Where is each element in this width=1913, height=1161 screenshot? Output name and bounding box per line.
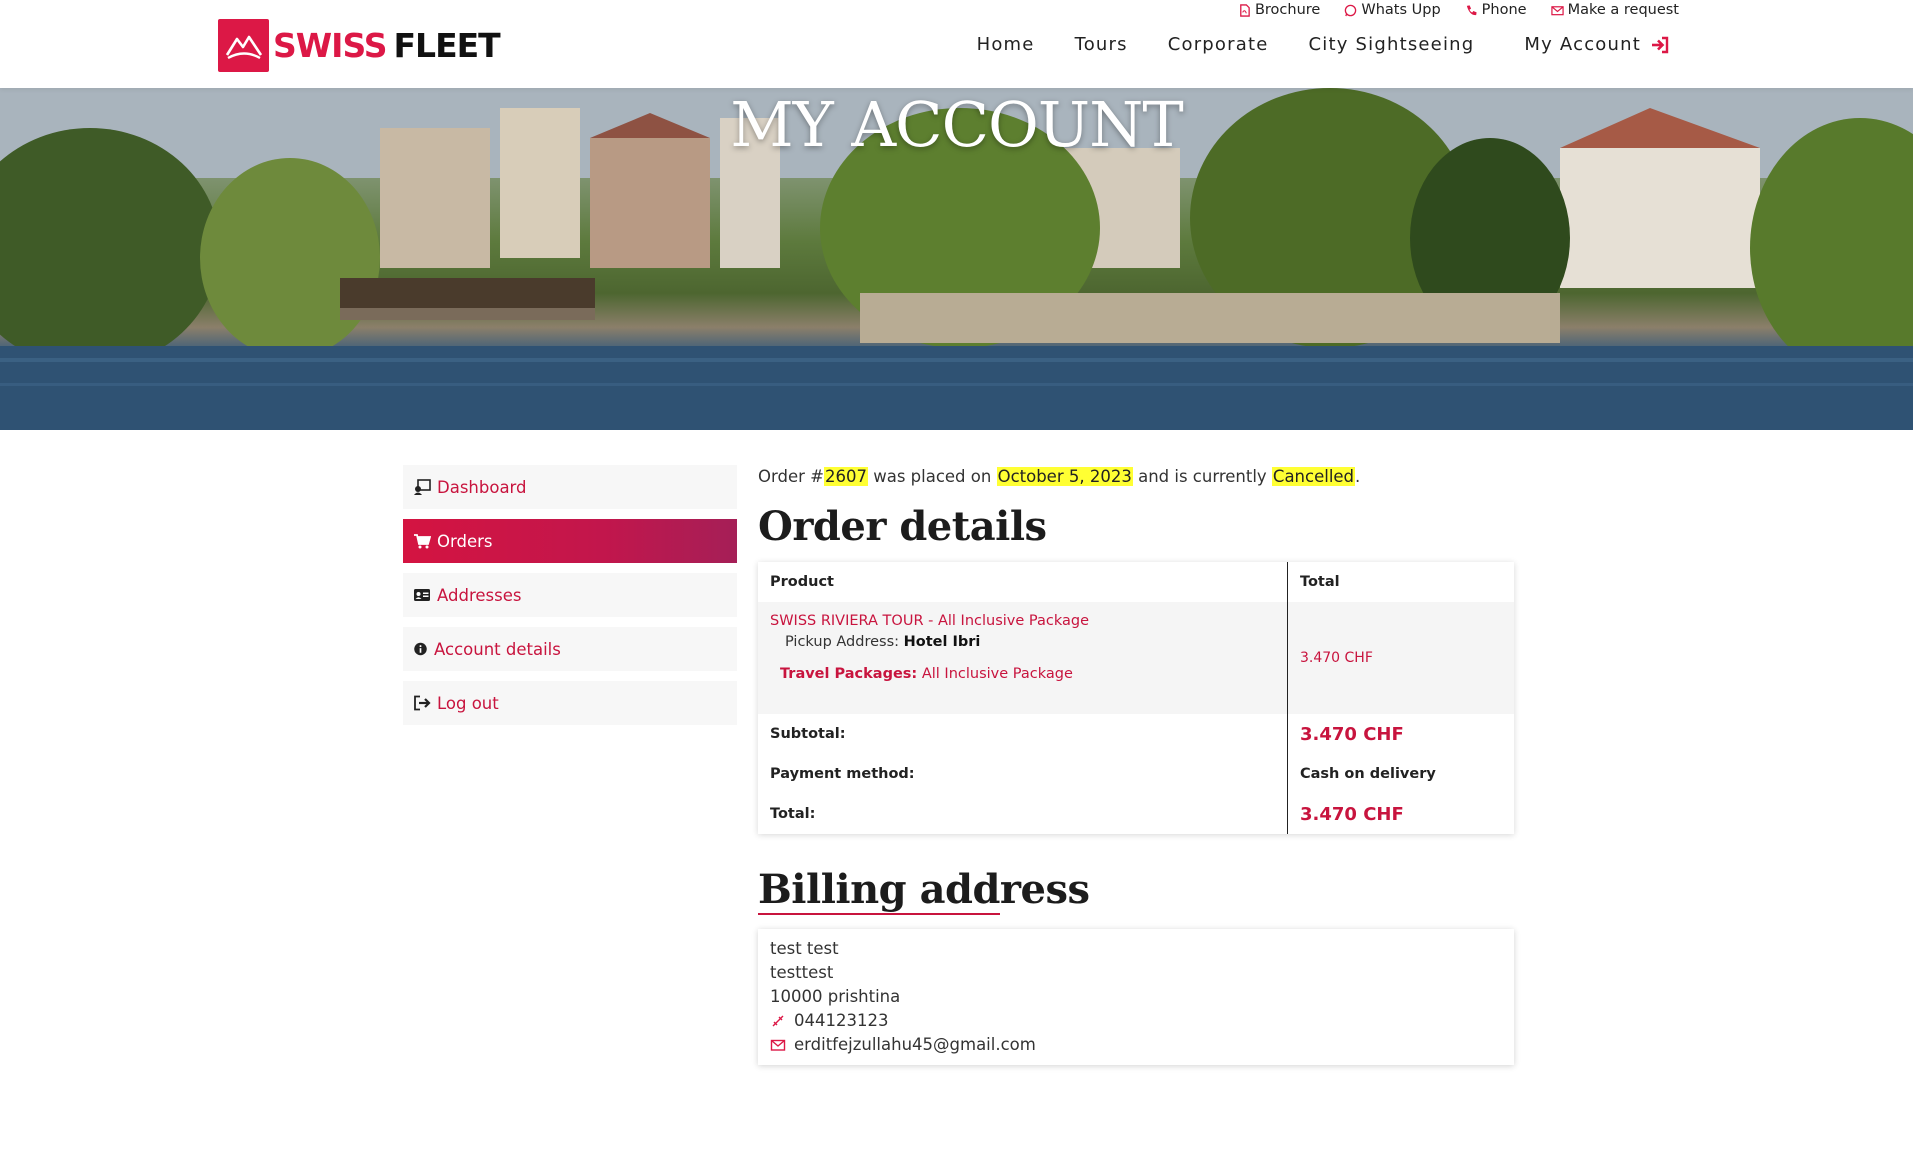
info-icon xyxy=(414,642,427,656)
nav-my-account[interactable]: My Account xyxy=(1524,34,1669,55)
page-title: MY ACCOUNT xyxy=(730,88,1183,161)
product-link[interactable]: SWISS RIVIERA TOUR - All Inclusive Packa… xyxy=(770,613,1287,629)
nav-city-sightseeing[interactable]: City Sightseeing xyxy=(1309,34,1475,55)
subtotal-label: Subtotal: xyxy=(770,726,846,742)
billing-address-box: test test testtest 10000 prishtina 04412… xyxy=(758,929,1514,1065)
subtotal-value: 3.470 CHF xyxy=(1287,714,1514,754)
topbar-whatsapp-label: Whats Upp xyxy=(1361,2,1441,18)
column-header-total: Total xyxy=(1287,562,1514,602)
payment-method-row: Payment method: Cash on delivery xyxy=(758,754,1514,794)
sidebar-item-addresses[interactable]: Addresses xyxy=(403,573,737,617)
subtotal-row: Subtotal: 3.470 CHF xyxy=(758,714,1514,754)
sidebar-item-label: Orders xyxy=(437,531,493,551)
topbar-brochure-label: Brochure xyxy=(1254,2,1321,18)
sidebar-item-label: Addresses xyxy=(437,585,522,605)
brand-name-part1: SWISS xyxy=(273,26,387,65)
billing-phone: 044123123 xyxy=(770,1009,1502,1033)
sign-in-icon xyxy=(1652,36,1669,53)
product-cell: SWISS RIVIERA TOUR - All Inclusive Packa… xyxy=(758,602,1287,714)
billing-phone-value: 044123123 xyxy=(794,1011,889,1030)
topbar-request-label: Make a request xyxy=(1567,2,1679,18)
envelope-icon xyxy=(770,1039,786,1051)
order-details-heading: Order details xyxy=(758,503,1047,550)
payment-method-value: Cash on delivery xyxy=(1287,754,1514,794)
topbar-brochure-link[interactable]: Brochure xyxy=(1238,2,1320,18)
pickup-address: Pickup Address: Hotel Ibri xyxy=(770,634,1287,650)
notice-mid1: was placed on xyxy=(867,467,997,486)
dashboard-icon xyxy=(414,479,431,495)
billing-company: testtest xyxy=(770,963,834,982)
package-value: All Inclusive Package xyxy=(921,666,1073,682)
whatsapp-icon xyxy=(1345,4,1357,16)
billing-email: erditfejzullahu45@gmail.com xyxy=(770,1033,1502,1057)
billing-city: 10000 prishtina xyxy=(770,987,901,1006)
order-number: 2607 xyxy=(823,467,868,486)
nav-tours[interactable]: Tours xyxy=(1075,34,1128,55)
brand-logo[interactable]: SWISS FLEET xyxy=(218,19,501,72)
payment-method-label: Payment method: xyxy=(770,766,915,782)
pickup-value: Hotel Ibri xyxy=(903,634,981,650)
top-contact-bar: Brochure Whats Upp Phone Make a request xyxy=(1238,2,1679,18)
table-row: SWISS RIVIERA TOUR - All Inclusive Packa… xyxy=(758,602,1514,714)
account-sidebar: Dashboard Orders Addresses Account detai… xyxy=(403,465,737,735)
heading-underline xyxy=(758,913,1000,915)
order-main: Order #2607 was placed on October 5, 202… xyxy=(758,465,1514,1065)
nav-home[interactable]: Home xyxy=(977,34,1035,55)
package-label: Travel Packages: xyxy=(780,666,918,682)
logout-icon xyxy=(414,695,431,711)
topbar-whatsapp-link[interactable]: Whats Upp xyxy=(1344,2,1441,18)
mountain-logo-icon xyxy=(218,19,269,72)
column-header-product: Product xyxy=(770,574,834,590)
hero-banner: MY ACCOUNT xyxy=(0,88,1913,430)
cart-icon xyxy=(414,534,431,549)
total-value: 3.470 CHF xyxy=(1287,794,1514,834)
order-details-table: Product Total SWISS RIVIERA TOUR - All I… xyxy=(758,562,1514,834)
pickup-label: Pickup Address: xyxy=(785,634,900,650)
nav-my-account-label: My Account xyxy=(1524,34,1641,55)
topbar-request-link[interactable]: Make a request xyxy=(1550,2,1679,18)
total-row: Total: 3.470 CHF xyxy=(758,794,1514,834)
table-header-row: Product Total xyxy=(758,562,1514,602)
brand-name-part2: FLEET xyxy=(393,26,501,65)
id-card-icon xyxy=(414,589,430,601)
topbar-phone-label: Phone xyxy=(1481,2,1527,18)
order-date: October 5, 2023 xyxy=(996,467,1133,486)
main-navigation: Home Tours Corporate City Sightseeing My… xyxy=(937,34,1669,55)
notice-mid2: and is currently xyxy=(1132,467,1272,486)
notice-suffix: . xyxy=(1355,467,1361,486)
product-total: 3.470 CHF xyxy=(1287,602,1514,714)
billing-email-value: erditfejzullahu45@gmail.com xyxy=(794,1035,1036,1054)
sidebar-item-dashboard[interactable]: Dashboard xyxy=(403,465,737,509)
notice-prefix: Order # xyxy=(758,467,824,486)
phone-icon xyxy=(772,1015,784,1027)
file-pdf-icon xyxy=(1240,3,1250,17)
order-status-notice: Order #2607 was placed on October 5, 202… xyxy=(758,465,1514,489)
billing-name: test test xyxy=(770,939,839,958)
sidebar-item-orders[interactable]: Orders xyxy=(403,519,737,563)
sidebar-item-label: Log out xyxy=(437,693,499,713)
total-label: Total: xyxy=(770,806,816,822)
order-status: Cancelled xyxy=(1271,467,1356,486)
phone-icon xyxy=(1466,4,1477,15)
sidebar-item-account-details[interactable]: Account details xyxy=(403,627,737,671)
sidebar-item-log-out[interactable]: Log out xyxy=(403,681,737,725)
nav-corporate[interactable]: Corporate xyxy=(1168,34,1269,55)
travel-package: Travel Packages: All Inclusive Package xyxy=(770,666,1287,682)
sidebar-item-label: Account details xyxy=(434,639,561,659)
topbar-phone-link[interactable]: Phone xyxy=(1465,2,1527,18)
billing-address-heading: Billing address xyxy=(758,866,1090,913)
sidebar-item-label: Dashboard xyxy=(437,477,527,497)
envelope-icon xyxy=(1550,5,1564,15)
site-header: SWISS FLEET Brochure Whats Upp Phone Mak… xyxy=(0,0,1913,88)
